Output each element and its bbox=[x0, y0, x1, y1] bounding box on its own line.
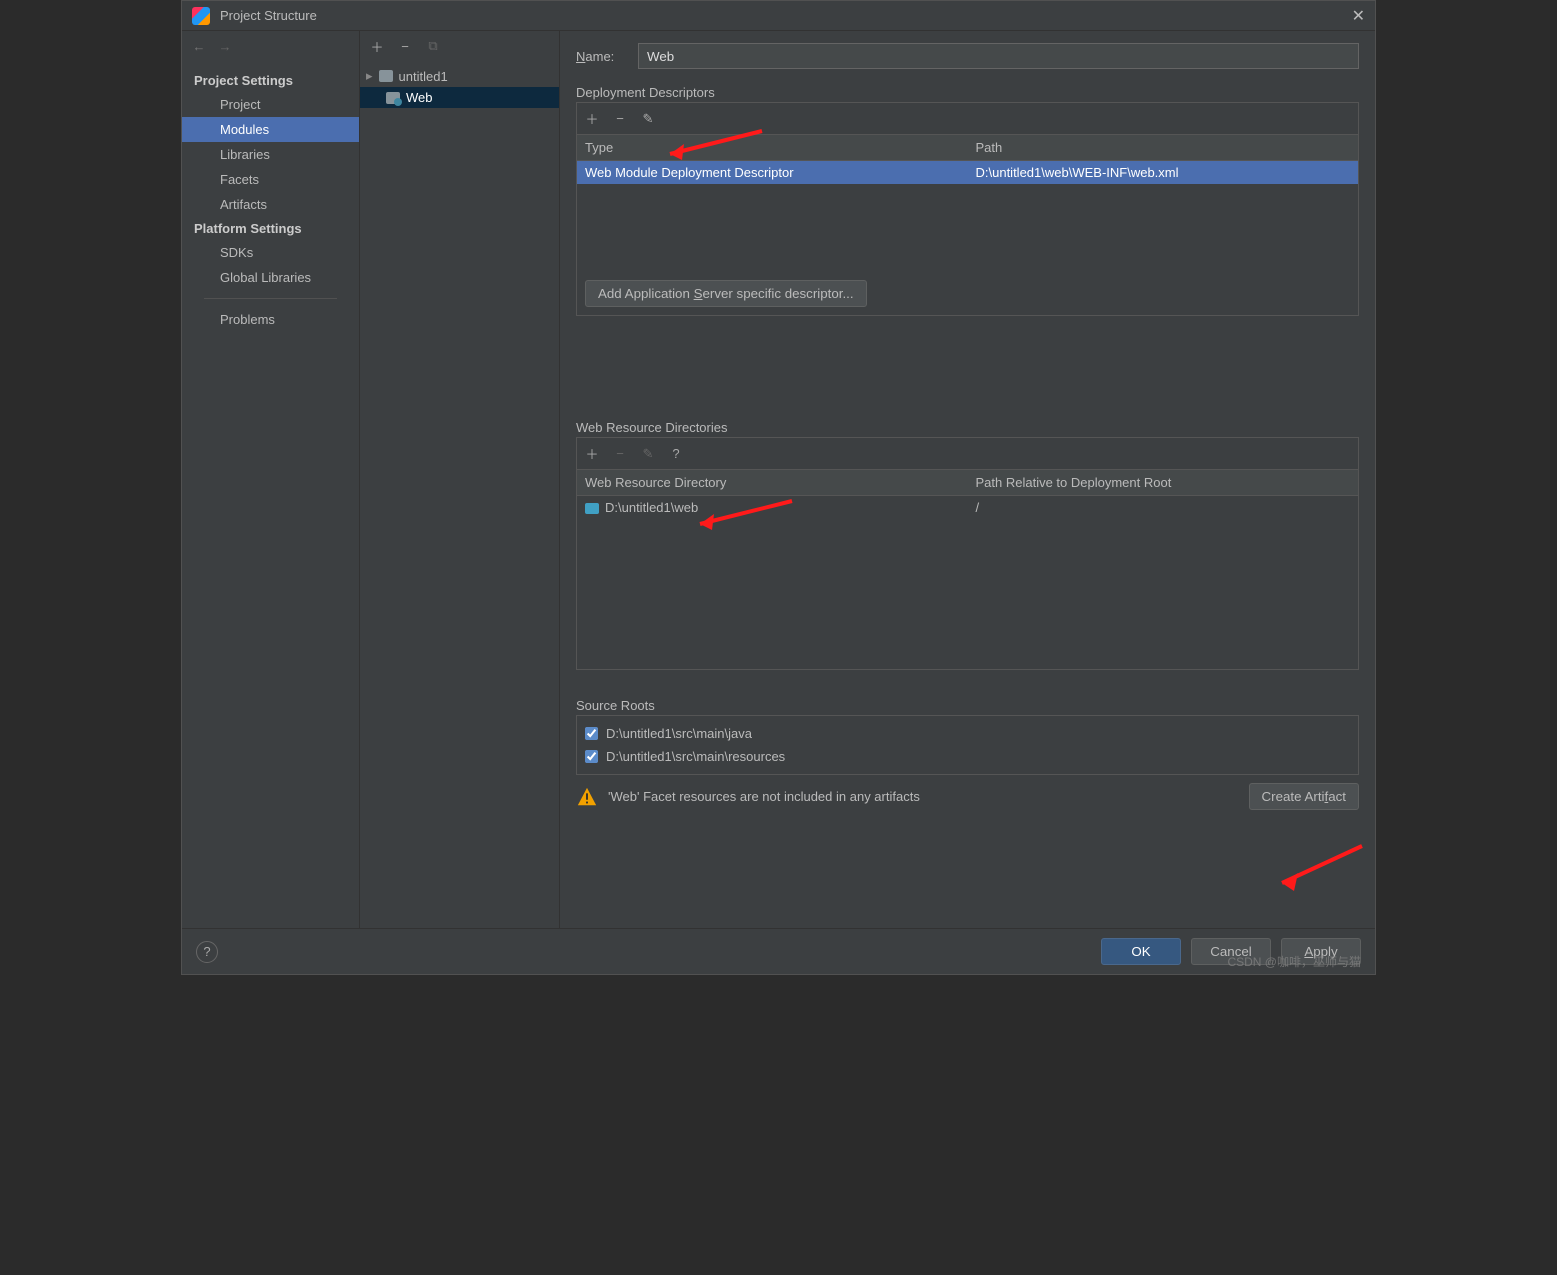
copy-icon: ⧉ bbox=[426, 38, 440, 54]
sidebar-item-artifacts[interactable]: Artifacts bbox=[182, 192, 359, 217]
wr-col-dir[interactable]: Web Resource Directory bbox=[577, 470, 968, 496]
wr-help-icon[interactable]: ? bbox=[669, 446, 683, 461]
titlebar: Project Structure ✕ bbox=[182, 1, 1375, 31]
add-icon[interactable]: ＋ bbox=[370, 37, 384, 56]
forward-icon[interactable]: → bbox=[218, 39, 232, 54]
module-tree[interactable]: ▸ untitled1 Web bbox=[360, 61, 559, 928]
wr-row-dir: D:\untitled1\web bbox=[577, 496, 968, 520]
sidebar-item-libraries[interactable]: Libraries bbox=[182, 142, 359, 167]
dialog-footer: ? OK Cancel Apply bbox=[182, 928, 1375, 974]
sidebar-item-sdks[interactable]: SDKs bbox=[182, 240, 359, 265]
deployment-panel: ＋ − ✎ Type Path Web Module Deployment De… bbox=[576, 102, 1359, 316]
folder-icon bbox=[379, 70, 393, 82]
wr-edit-icon: ✎ bbox=[641, 446, 655, 462]
warning-text: 'Web' Facet resources are not included i… bbox=[608, 789, 920, 804]
tree-toolbar: ＋ − ⧉ bbox=[360, 31, 559, 61]
name-input[interactable] bbox=[638, 43, 1359, 69]
source-root-1[interactable]: D:\untitled1\src\main\resources bbox=[585, 745, 1350, 768]
webres-title: Web Resource Directories bbox=[576, 420, 1359, 435]
deployment-table[interactable]: Type Path Web Module Deployment Descript… bbox=[577, 134, 1358, 272]
tree-module-root[interactable]: ▸ untitled1 bbox=[360, 65, 559, 87]
tree-web-label: Web bbox=[406, 90, 433, 105]
watermark: CSDN @咖啡，巫师与猫 bbox=[1227, 953, 1361, 970]
deployment-title: Deployment Descriptors bbox=[576, 85, 1359, 100]
close-icon[interactable]: ✕ bbox=[1352, 6, 1365, 26]
dd-col-type[interactable]: Type bbox=[577, 135, 968, 161]
wr-add-icon[interactable]: ＋ bbox=[585, 444, 599, 463]
sidebar-item-global-libraries[interactable]: Global Libraries bbox=[182, 265, 359, 290]
create-artifact-button[interactable]: Create Artifact bbox=[1249, 783, 1359, 810]
dd-col-path[interactable]: Path bbox=[968, 135, 1359, 161]
source-root-1-check[interactable] bbox=[585, 750, 598, 763]
window-title: Project Structure bbox=[220, 8, 1352, 23]
tree-root-label: untitled1 bbox=[399, 69, 448, 84]
source-root-0-check[interactable] bbox=[585, 727, 598, 740]
tree-facet-web[interactable]: Web bbox=[360, 87, 559, 108]
webres-panel: ＋ − ✎ ? Web Resource Directory Path Rela… bbox=[576, 437, 1359, 670]
ok-button[interactable]: OK bbox=[1101, 938, 1181, 965]
folder-icon bbox=[585, 503, 599, 514]
dd-edit-icon[interactable]: ✎ bbox=[641, 111, 655, 127]
sidebar-item-problems[interactable]: Problems bbox=[182, 307, 359, 332]
sidebar-item-project[interactable]: Project bbox=[182, 92, 359, 117]
wr-remove-icon: − bbox=[613, 446, 627, 461]
wr-col-path[interactable]: Path Relative to Deployment Root bbox=[968, 470, 1359, 496]
back-icon[interactable]: ← bbox=[192, 39, 206, 54]
source-roots-title: Source Roots bbox=[576, 698, 1359, 713]
settings-sidebar: ← → Project Settings Project Modules Lib… bbox=[182, 31, 360, 928]
heading-platform-settings: Platform Settings bbox=[182, 217, 359, 240]
warning-icon bbox=[576, 786, 598, 808]
help-icon[interactable]: ? bbox=[196, 941, 218, 963]
dd-row-path: D:\untitled1\web\WEB-INF\web.xml bbox=[968, 161, 1359, 185]
dd-row[interactable]: Web Module Deployment Descriptor D:\unti… bbox=[577, 161, 1358, 185]
dd-add-icon[interactable]: ＋ bbox=[585, 109, 599, 128]
sidebar-item-facets[interactable]: Facets bbox=[182, 167, 359, 192]
dd-remove-icon[interactable]: − bbox=[613, 111, 627, 126]
sidebar-item-modules[interactable]: Modules bbox=[182, 117, 359, 142]
dd-row-type: Web Module Deployment Descriptor bbox=[577, 161, 968, 185]
source-roots-panel: D:\untitled1\src\main\java D:\untitled1\… bbox=[576, 715, 1359, 775]
source-root-0[interactable]: D:\untitled1\src\main\java bbox=[585, 722, 1350, 745]
wr-row[interactable]: D:\untitled1\web / bbox=[577, 496, 1358, 520]
web-facet-icon bbox=[386, 92, 400, 104]
sidebar-nav: ← → bbox=[182, 31, 359, 61]
heading-project-settings: Project Settings bbox=[182, 69, 359, 92]
source-root-0-label: D:\untitled1\src\main\java bbox=[606, 726, 752, 741]
remove-icon[interactable]: − bbox=[398, 39, 412, 54]
source-root-1-label: D:\untitled1\src\main\resources bbox=[606, 749, 785, 764]
app-logo-icon bbox=[192, 7, 210, 25]
module-tree-pane: ＋ − ⧉ ▸ untitled1 Web bbox=[360, 31, 560, 928]
webres-table[interactable]: Web Resource Directory Path Relative to … bbox=[577, 469, 1358, 669]
add-server-descriptor-button[interactable]: Add Application Server specific descript… bbox=[585, 280, 867, 307]
main-content: Name: Deployment Descriptors ＋ − ✎ Type … bbox=[560, 31, 1375, 928]
wr-row-path: / bbox=[968, 496, 1359, 520]
name-label: Name: bbox=[576, 49, 626, 64]
